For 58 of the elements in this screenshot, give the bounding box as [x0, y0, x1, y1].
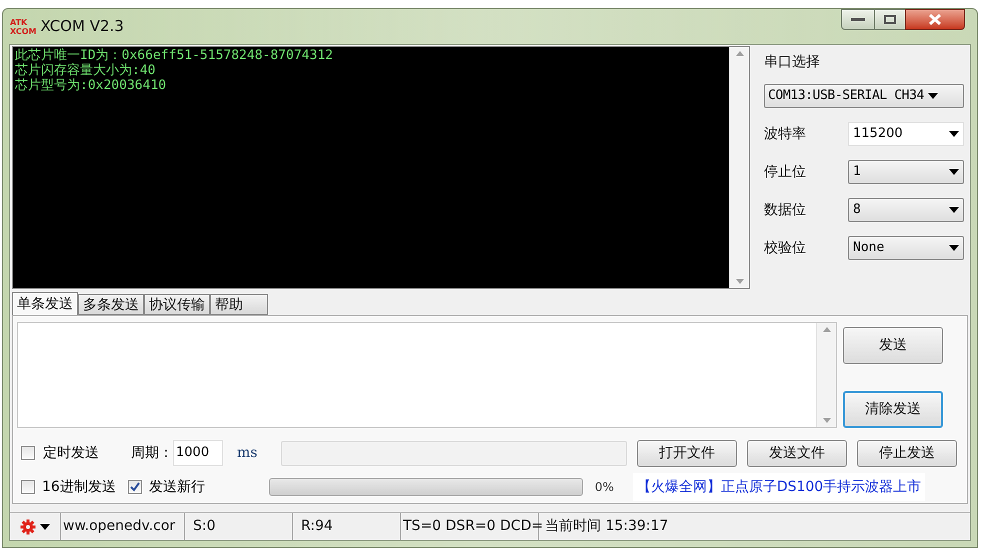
caret-icon	[949, 207, 959, 213]
app-logo: ATK XCOM	[10, 18, 37, 36]
dropdown[interactable]: None	[848, 236, 964, 260]
period-label: 周期：	[131, 444, 173, 462]
caret-icon	[40, 524, 50, 530]
gear-icon[interactable]	[20, 518, 36, 534]
dropdown[interactable]: 1	[848, 160, 964, 184]
sent-count: S:0	[185, 513, 293, 540]
button[interactable]: 发送文件	[747, 440, 847, 466]
minimize-button[interactable]	[841, 9, 875, 30]
dropdown[interactable]: 8	[848, 198, 964, 222]
unit-label: ms	[237, 444, 258, 462]
tab[interactable]: 协议传输	[144, 294, 210, 315]
receive-line: 芯片型号为:0x20036410	[15, 78, 168, 93]
port-heading: 串口选择	[764, 53, 821, 72]
caret-icon	[949, 131, 959, 137]
checkbox-label: 16进制发送	[42, 478, 116, 496]
port-dropdown[interactable]: COM13:USB-SERIAL CH34	[764, 84, 964, 108]
progress-reading: 0%	[594, 479, 615, 496]
receive-line: 此芯片唯一ID为：0x66eff51-51578248-87074312	[15, 48, 334, 63]
caret-icon	[949, 169, 959, 175]
received-count: R:94	[293, 513, 401, 540]
checkbox[interactable]	[21, 446, 35, 460]
scroll-up-icon[interactable]	[736, 51, 744, 56]
tab[interactable]: 多条发送	[78, 294, 144, 315]
button[interactable]: 打开文件	[637, 440, 737, 466]
tab[interactable]: 单条发送	[12, 292, 78, 315]
scrollbar[interactable]	[816, 323, 836, 427]
file-path-field[interactable]	[281, 440, 627, 466]
website-text: ww.openedv.cor	[61, 513, 185, 540]
close-button[interactable]	[905, 9, 965, 30]
caret-icon	[949, 245, 959, 251]
checkbox[interactable]	[21, 480, 35, 494]
scroll-down-icon[interactable]	[822, 418, 830, 423]
field-label: 波特率	[764, 124, 807, 144]
send-text-area[interactable]	[17, 322, 837, 428]
scroll-up-icon[interactable]	[822, 327, 830, 332]
period-input[interactable]: 1000	[173, 440, 223, 466]
window-title: XCOM V2.3	[40, 16, 124, 38]
field-label: 停止位	[764, 162, 807, 182]
checkbox[interactable]	[128, 480, 142, 494]
ad-link[interactable]: 【火爆全网】正点原子DS100手持示波器上市	[632, 473, 926, 501]
button[interactable]: 发送	[843, 327, 943, 364]
field-label: 校验位	[764, 238, 807, 258]
button[interactable]: 清除发送	[843, 391, 943, 428]
tab[interactable]: 帮助	[210, 294, 268, 315]
current-time: 当前时间 15:39:17	[544, 517, 668, 536]
button[interactable]: 停止发送	[857, 440, 957, 466]
checkbox-label: 发送新行	[148, 478, 205, 496]
caret-icon	[928, 93, 938, 99]
maximize-button[interactable]	[875, 9, 905, 30]
close-icon	[928, 14, 942, 25]
receive-line: 芯片闪存容量大小为:40	[15, 63, 156, 78]
field-label: 数据位	[764, 200, 807, 220]
combo-field[interactable]: 115200	[848, 122, 964, 146]
checkbox-label: 定时发送	[43, 444, 99, 462]
scroll-down-icon[interactable]	[736, 279, 744, 284]
scrollbar[interactable]	[729, 47, 749, 288]
